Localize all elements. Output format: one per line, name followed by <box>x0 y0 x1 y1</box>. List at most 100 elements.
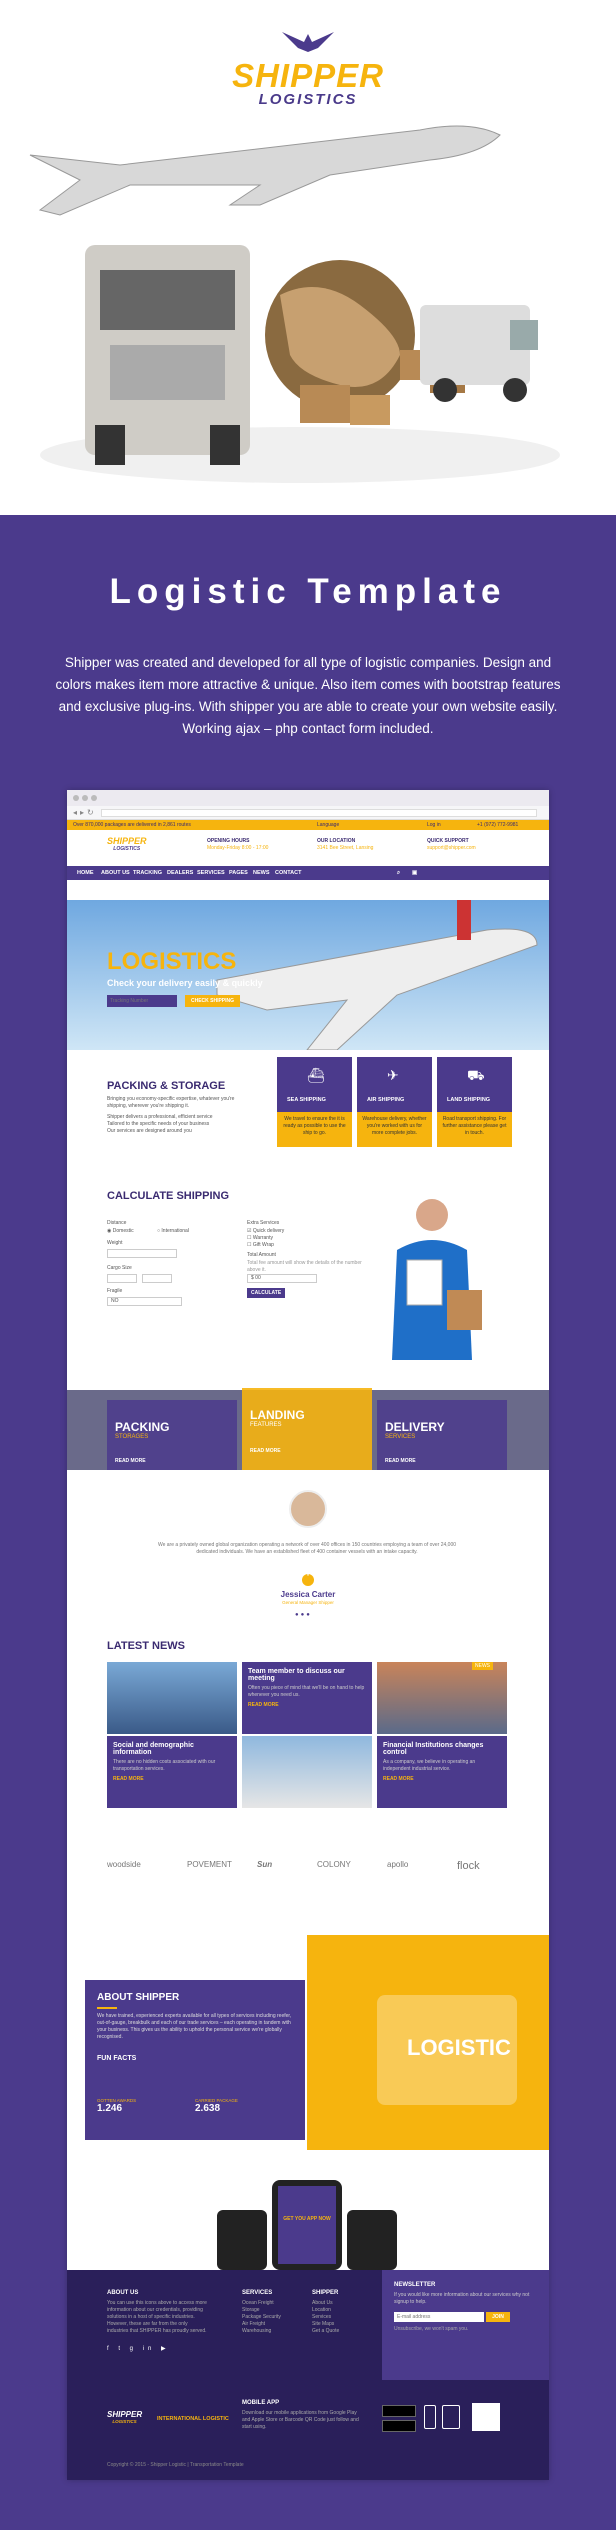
google-play-badge[interactable] <box>382 2420 416 2432</box>
footer-link[interactable]: Storage <box>242 2307 260 2314</box>
footer-link[interactable]: Services <box>312 2314 331 2321</box>
testimonial-role: General Manager Shipper <box>282 1600 334 1605</box>
service-card-air[interactable]: ✈ AIR SHIPPING <box>357 1057 432 1112</box>
service-card-sea[interactable]: ⛴ SEA SHIPPING <box>277 1057 352 1112</box>
total-amount-field: $ 00 <box>247 1274 317 1283</box>
weight-label: Weight <box>107 1240 123 1246</box>
logistics-hero-illustration <box>29 125 560 483</box>
newsletter-email-input[interactable] <box>394 2312 484 2322</box>
news-card-1[interactable]: Team member to discuss our meeting Often… <box>242 1662 372 1734</box>
testimonial-pagination[interactable]: ●●● <box>295 1612 312 1618</box>
feature-delivery[interactable]: DELIVERY SERVICES READ MORE <box>377 1400 507 1470</box>
packing-bullet: Tailored to the specific needs of your b… <box>107 1121 210 1127</box>
partner-logos: woodside POVEMENT Sun COLONY apollo floc… <box>107 1860 507 1880</box>
site-footer: ABOUT US You can use this icons above to… <box>67 2270 549 2480</box>
testimonial-avatar <box>289 1490 327 1528</box>
newsletter-join-button[interactable]: JOIN <box>486 2312 510 2322</box>
total-note: Total fee amount will show the details o… <box>247 1260 362 1273</box>
truck-icon: ⛟ <box>467 1067 485 1083</box>
total-amount-label: Total Amount <box>247 1252 276 1258</box>
search-icon[interactable]: ⌕ <box>397 870 400 877</box>
partner-logo: POVEMENT <box>187 1860 232 1869</box>
banner-title: LOGISTICS <box>107 948 237 975</box>
app-store-badge[interactable] <box>382 2405 416 2417</box>
warranty-checkbox[interactable]: ☐ Warranty <box>247 1235 273 1242</box>
cart-icon[interactable]: ▣ <box>412 870 417 876</box>
service-card-land-text: Road transport shipping. For further ass… <box>437 1112 512 1147</box>
testimonial-text: We are a privately owned global organiza… <box>157 1542 457 1555</box>
distance-label: Distance <box>107 1220 127 1226</box>
service-card-air-text: Warehouse delivery, whether you're worke… <box>357 1112 432 1147</box>
nav-pages[interactable]: PAGES <box>229 870 248 876</box>
delivery-man-image <box>392 1199 482 1360</box>
packing-bullet: Our services are designed around you <box>107 1128 192 1134</box>
international-radio[interactable]: ○ International <box>157 1228 189 1235</box>
nav-contact[interactable]: CONTACT <box>275 870 301 876</box>
news-card-2[interactable]: Social and demographic information There… <box>107 1736 237 1808</box>
topbar-login[interactable]: Log in <box>427 822 441 828</box>
intro-text: Shipper was created and developed for al… <box>55 655 561 736</box>
topbar-language[interactable]: Language <box>317 822 339 828</box>
window-maximize-icon[interactable] <box>91 795 97 801</box>
partner-logo: flock <box>457 1860 480 1872</box>
copyright-text: Copyright © 2015 - Shipper Logistic | Tr… <box>107 2462 244 2468</box>
nav-news[interactable]: NEWS <box>253 870 270 876</box>
header-info-location: OUR LOCATION 3141 Bee Street, Lansing <box>317 838 374 851</box>
intro-title: Logistic Template <box>109 572 507 611</box>
website-mockup: ◂▸↻ Over 870,000 packages are delivered … <box>67 790 549 2480</box>
cargo-height-input[interactable] <box>142 1274 172 1283</box>
phone-icon <box>424 2405 436 2429</box>
qr-code-icon <box>472 2403 500 2431</box>
site-header: SHIPPER LOGISTICS OPENING HOURS Monday-F… <box>67 830 549 866</box>
weight-input[interactable] <box>107 1249 177 1258</box>
footer-link[interactable]: Air Freight <box>242 2321 265 2328</box>
footer-logo[interactable]: SHIPPER LOGISTICS <box>107 2410 142 2424</box>
footer-link[interactable]: Get a Quote <box>312 2328 339 2335</box>
banner-slider: LOGISTICS Check your delivery easily & q… <box>67 900 549 1050</box>
partner-logo: COLONY <box>317 1860 351 1869</box>
quick-delivery-checkbox[interactable]: ☑ Quick delivery <box>247 1228 284 1235</box>
feature-landing[interactable]: LANDING FEATURES READ MORE <box>242 1388 372 1470</box>
cargo-width-input[interactable] <box>107 1274 137 1283</box>
nav-dealers[interactable]: DEALERS <box>167 870 193 876</box>
packing-storage-text: Bringing you economy-specific expertise,… <box>107 1096 235 1109</box>
fragile-select[interactable]: NO <box>107 1297 182 1306</box>
banner-subtitle: Check your delivery easily & quickly <box>107 978 263 988</box>
footer-link[interactable]: Warehousing <box>242 2328 271 2335</box>
nav-about[interactable]: ABOUT US <box>101 870 130 876</box>
quote-icon: " <box>302 1574 314 1586</box>
footer-link[interactable]: Package Security <box>242 2314 281 2321</box>
window-close-icon[interactable] <box>73 795 79 801</box>
calculate-button[interactable]: CALCULATE <box>247 1288 286 1298</box>
testimonial-name: Jessica Carter <box>280 1590 336 1599</box>
about-shipper-box: ABOUT SHIPPER We have trained, experienc… <box>85 1980 305 2140</box>
packing-storage-title: PACKING & STORAGE <box>107 1080 226 1092</box>
news-truck-image <box>107 1662 237 1734</box>
footer-link[interactable]: Site Maps <box>312 2321 334 2328</box>
feature-packing[interactable]: PACKING STORAGES READ MORE <box>107 1400 237 1470</box>
nav-home[interactable]: HOME <box>77 870 94 876</box>
tracking-number-input[interactable] <box>107 995 177 1007</box>
news-plane-image <box>242 1736 372 1808</box>
footer-link[interactable]: Location <box>312 2307 331 2314</box>
nav-tracking[interactable]: TRACKING <box>133 870 162 876</box>
about-yellow-panel: LOGISTIC <box>307 1935 549 2150</box>
footer-link[interactable]: Ocean Freight <box>242 2300 274 2307</box>
social-icons[interactable]: f t g in ▶ <box>107 2345 170 2352</box>
gift-wrap-checkbox[interactable]: ☐ Gift Wrap <box>247 1242 274 1249</box>
news-ship-image <box>377 1662 507 1734</box>
partner-logo: woodside <box>107 1860 141 1869</box>
footer-link[interactable]: About Us <box>312 2300 333 2307</box>
check-shipping-button[interactable]: CHECK SHIPPING <box>185 995 240 1007</box>
window-minimize-icon[interactable] <box>82 795 88 801</box>
domestic-radio[interactable]: ◉ Domestic <box>107 1228 134 1235</box>
address-field[interactable] <box>101 809 537 817</box>
nav-services[interactable]: SERVICES <box>197 870 225 876</box>
news-card-3[interactable]: Financial Institutions changes control A… <box>377 1736 507 1808</box>
site-logo[interactable]: SHIPPER LOGISTICS <box>107 836 147 852</box>
browser-nav-icons[interactable]: ◂▸↻ <box>73 808 97 817</box>
tablet-icon <box>442 2405 460 2429</box>
fragile-label: Fragile <box>107 1288 123 1294</box>
logistic-word: LOGISTIC <box>407 2035 511 2060</box>
service-card-land[interactable]: ⛟ LAND SHIPPING <box>437 1057 512 1112</box>
